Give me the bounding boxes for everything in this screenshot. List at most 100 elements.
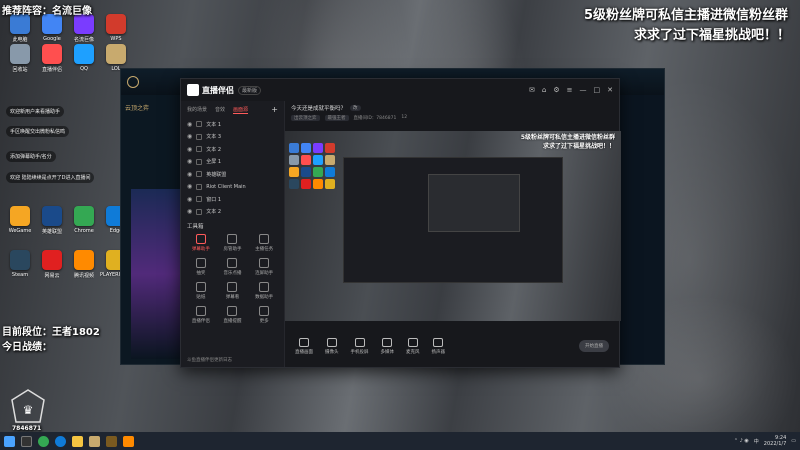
lock-icon[interactable] [196,121,203,128]
control-button[interactable]: 手机投屏 [351,337,369,355]
tool-button[interactable]: 音乐点播 [217,258,249,276]
source-label: 窗口 1 [206,196,222,203]
edit-title-button[interactable]: 改 [350,105,361,111]
mail-icon[interactable]: ✉ [529,86,535,94]
rank-badge-icon: ♛ [8,388,48,428]
desktop-icon[interactable]: 腾讯视频 [68,250,100,286]
taskbar-chrome-icon[interactable] [38,435,49,447]
stream-meta: 出云顶之弈 最强王者 直播间ID：7846871 12 [291,115,613,121]
source-item[interactable]: ◉ 文本 2 [181,206,284,219]
stream-preview[interactable]: 5级粉丝牌可私信主播进微信粉丝群 求求了过下福星挑战吧！！ [285,131,621,321]
tool-button[interactable]: 抽奖 [185,258,217,276]
tool-button[interactable]: 直播提醒 [217,306,249,324]
preview-icon [301,167,311,177]
chat-message: 手区唤醒交出微粉私信鸣 [6,126,70,137]
desktop-icon[interactable]: 回收站 [4,44,36,80]
lock-icon[interactable] [196,158,203,165]
source-item[interactable]: ◉ 全屏 1 [181,156,284,169]
control-button[interactable]: 直播画面 [295,337,313,355]
add-source-icon[interactable]: + [271,105,278,114]
tool-button[interactable]: 主播任务 [248,234,280,252]
source-item[interactable]: ◉ 文本 1 [181,118,284,131]
eye-icon[interactable]: ◉ [187,171,192,178]
app-version-badge[interactable]: 最新版 [238,85,262,95]
control-icon [407,337,418,347]
source-item[interactable]: ◉ 英雄联盟 [181,168,284,181]
eye-icon[interactable]: ◉ [187,196,192,203]
source-item[interactable]: ◉ 文本 2 [181,143,284,156]
lock-icon[interactable] [196,171,203,178]
maximize-icon[interactable]: □ [594,86,601,94]
chat-message: 欢迎 陆陆续续是点开了D进入直播间 [6,172,95,183]
preview-icon [325,143,335,153]
eye-icon[interactable]: ◉ [187,183,192,190]
tool-button[interactable]: 弹幕看 [217,282,249,300]
desktop-icon[interactable]: 英雄联盟 [36,206,68,242]
preview-icon [313,179,323,189]
minimize-icon[interactable]: — [580,86,587,94]
taskbar-stream-icon[interactable] [123,435,134,447]
start-stream-button[interactable]: 开始直播 [579,340,609,352]
control-button[interactable]: 多媒体 [381,337,394,355]
tool-label: 数据助手 [255,295,274,300]
tool-label: 主播任务 [255,247,274,252]
lock-icon[interactable] [196,146,203,153]
tool-button[interactable]: 数据助手 [248,282,280,300]
notification-icon[interactable]: ▭ [791,438,796,444]
desktop-icon[interactable]: 网易云 [36,250,68,286]
preview-icon [289,179,299,189]
lock-icon[interactable] [196,196,203,203]
preview-icon [289,167,299,177]
lock-icon[interactable] [196,183,203,190]
eye-icon[interactable]: ◉ [187,158,192,165]
taskbar-game-icon[interactable] [106,435,117,447]
taskbar-lol-icon[interactable] [89,435,100,447]
stream-title[interactable]: 今天还是成就平衡吗？ [291,104,346,112]
search-icon[interactable] [21,435,32,447]
desktop-icon[interactable]: QQ [68,44,100,80]
source-item[interactable]: ◉ 窗口 1 [181,193,284,206]
tool-button[interactable]: 贴纸 [185,282,217,300]
source-item[interactable]: ◉ Riot Client Main [181,181,284,194]
input-language[interactable]: 中 [754,438,759,445]
tool-button[interactable]: 更多 [248,306,280,324]
desktop-icon[interactable]: 直播伴侣 [36,44,68,80]
tab-audio[interactable]: 音效 [215,106,225,113]
control-button[interactable]: 摄像头 [325,337,339,355]
clock[interactable]: 9:24 2022/1/7 [764,435,786,447]
desktop-icon[interactable]: WeGame [4,206,36,242]
menu-icon[interactable]: ≡ [567,86,573,94]
preview-icon [301,179,311,189]
tool-label: 直播伴侣 [191,319,210,324]
eye-icon[interactable]: ◉ [187,208,192,215]
tool-button[interactable]: 直播伴侣 [185,306,217,324]
desktop-icon[interactable]: Steam [4,250,36,286]
eye-icon[interactable]: ◉ [187,133,192,140]
gift-icon[interactable]: ⌂ [542,86,546,94]
desktop-icon-label: WeGame [8,228,32,234]
tool-button[interactable]: 房管助手 [217,234,249,252]
tray-icons[interactable]: ⌃ ♪ ◉ [734,438,749,444]
lock-icon[interactable] [196,133,203,140]
stream-category[interactable]: 出云顶之弈 [291,115,320,121]
tab-my-scenes[interactable]: 我的场景 [187,106,207,113]
desktop-icon[interactable]: Chrome [68,206,100,242]
source-item[interactable]: ◉ 文本 3 [181,131,284,144]
tool-button[interactable]: 弹幕助手 [185,234,217,252]
tool-button[interactable]: 连屏助手 [248,258,280,276]
eye-icon[interactable]: ◉ [187,146,192,153]
taskbar-edge-icon[interactable] [55,435,66,447]
windows-start-icon[interactable] [4,435,15,447]
control-button[interactable]: 麦克风 [406,337,420,355]
close-icon[interactable]: ✕ [607,86,613,94]
settings-icon[interactable]: ⚙ [553,86,559,94]
eye-icon[interactable]: ◉ [187,121,192,128]
tab-sources[interactable]: 画面源 [233,106,249,114]
streaming-app-window[interactable]: 直播伴侣 最新版 ✉ ⌂ ⚙ ≡ — □ ✕ 我的场景 音效 画面源 + ◉ 文本… [180,78,621,368]
lock-icon[interactable] [196,208,203,215]
source-label: 文本 2 [206,146,222,153]
taskbar-folder-icon[interactable] [72,435,83,447]
game-hero-art [131,189,181,359]
app-footer-note[interactable]: 斗鱼直播伴侣更新日志 [187,357,232,363]
control-button[interactable]: 扬声器 [432,337,445,355]
